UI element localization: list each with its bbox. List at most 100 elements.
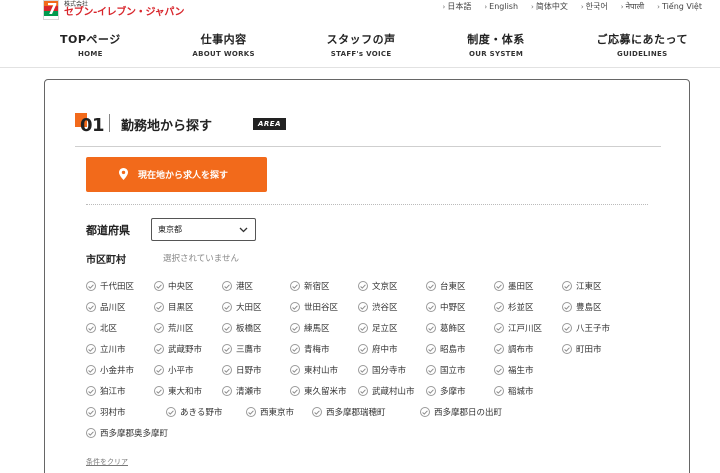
city-label: 市区町村	[86, 255, 126, 266]
ward-checkbox[interactable]: 練馬区	[290, 322, 330, 334]
ward-checkbox[interactable]: 葛飾区	[426, 322, 466, 334]
lang-ne[interactable]: › नेपाली	[621, 1, 644, 12]
nav-our-system[interactable]: 制度・体系 OUR SYSTEM	[467, 31, 525, 58]
ward-checkbox[interactable]: 八王子市	[562, 322, 610, 334]
ward-checkbox[interactable]: 目黒区	[154, 301, 194, 313]
check-circle-icon	[290, 302, 300, 312]
ward-checkbox[interactable]: 杉並区	[494, 301, 534, 313]
ward-checkbox[interactable]: 西多摩郡奥多摩町	[86, 427, 168, 439]
ward-checkbox[interactable]: 渋谷区	[358, 301, 398, 313]
ward-checkbox[interactable]: 世田谷区	[290, 301, 338, 313]
ward-checkbox[interactable]: 小平市	[154, 364, 194, 376]
ward-checkbox[interactable]: あきる野市	[166, 406, 222, 418]
section-heading: 01 勤務地から探す AREA	[75, 110, 661, 147]
ward-label: 狛江市	[100, 387, 126, 397]
ward-checkbox[interactable]: 大田区	[222, 301, 262, 313]
ward-label: 府中市	[372, 345, 398, 355]
ward-checkbox[interactable]: 小金井市	[86, 364, 134, 376]
ward-checkbox[interactable]: 日野市	[222, 364, 262, 376]
ward-checkbox[interactable]: 板橋区	[222, 322, 262, 334]
ward-checkbox[interactable]: 三鷹市	[222, 343, 262, 355]
prefecture-select[interactable]: 東京都	[151, 218, 256, 241]
ward-checkbox[interactable]: 港区	[222, 280, 253, 292]
check-circle-icon	[290, 281, 300, 291]
ward-label: 品川区	[100, 303, 126, 313]
ward-row: 品川区 目黒区 大田区 世田谷区 渋谷区 中野区 杉並区 豊島区	[86, 301, 646, 322]
ward-checkbox[interactable]: 羽村市	[86, 406, 126, 418]
ward-checkbox[interactable]: 千代田区	[86, 280, 134, 292]
ward-checkbox[interactable]: 国立市	[426, 364, 466, 376]
ward-checkbox[interactable]: 清瀬市	[222, 385, 262, 397]
nav-about-works[interactable]: 仕事内容 ABOUT WORKS	[192, 31, 254, 58]
nav-guidelines[interactable]: ご応募にあたって GUIDELINES	[597, 31, 688, 58]
lang-en[interactable]: › English	[484, 1, 518, 12]
nav-staff-voice[interactable]: スタッフの声 STAFF's VOICE	[327, 31, 396, 58]
check-circle-icon	[86, 428, 96, 438]
lang-ko[interactable]: › 한국어	[581, 1, 608, 12]
ward-checkbox[interactable]: 稲城市	[494, 385, 534, 397]
ward-checkbox[interactable]: 北区	[86, 322, 117, 334]
ward-checkbox[interactable]: 東久留米市	[290, 385, 347, 397]
ward-checkbox[interactable]: 中野区	[426, 301, 466, 313]
ward-label: 足立区	[372, 324, 398, 334]
ward-label: 墨田区	[508, 282, 534, 292]
ward-label: 昭島市	[440, 345, 466, 355]
ward-checkbox[interactable]: 武蔵野市	[154, 343, 202, 355]
city-selection-status: 選択されていません	[163, 254, 239, 264]
chevron-right-icon: ›	[442, 2, 446, 11]
ward-label: 八王子市	[576, 324, 611, 334]
ward-checkbox[interactable]: 調布市	[494, 343, 534, 355]
ward-checkbox[interactable]: 台東区	[426, 280, 466, 292]
check-circle-icon	[290, 386, 300, 396]
ward-row: 立川市 武蔵野市 三鷹市 青梅市 府中市 昭島市 調布市 町田市	[86, 343, 646, 364]
ward-checkbox[interactable]: 足立区	[358, 322, 398, 334]
ward-label: 東大和市	[168, 387, 203, 397]
ward-checkbox[interactable]: 江戸川区	[494, 322, 542, 334]
ward-checkbox[interactable]: 文京区	[358, 280, 398, 292]
chevron-right-icon: ›	[531, 2, 534, 11]
ward-checkbox[interactable]: 江東区	[562, 280, 602, 292]
ward-checkbox[interactable]: 墨田区	[494, 280, 534, 292]
clear-conditions-link[interactable]: 条件をクリア	[86, 457, 128, 467]
ward-checkbox[interactable]: 品川区	[86, 301, 126, 313]
divider	[86, 204, 648, 205]
search-by-location-button[interactable]: 現在地から求人を探す	[86, 157, 267, 192]
ward-checkbox[interactable]: 青梅市	[290, 343, 330, 355]
check-circle-icon	[222, 281, 232, 291]
ward-checkbox[interactable]: 町田市	[562, 343, 602, 355]
ward-checkbox[interactable]: 荒川区	[154, 322, 194, 334]
ward-checkbox[interactable]: 新宿区	[290, 280, 330, 292]
lang-zh[interactable]: › 简体中文	[531, 1, 568, 12]
check-circle-icon	[494, 281, 504, 291]
ward-label: 青梅市	[304, 345, 330, 355]
ward-checkbox[interactable]: 西東京市	[246, 406, 294, 418]
nav-home[interactable]: TOPページ HOME	[60, 31, 121, 58]
ward-checkbox[interactable]: 昭島市	[426, 343, 466, 355]
company-logo[interactable]: 7 株式会社 セブン-イレブン・ジャパン	[43, 0, 185, 20]
ward-checkbox[interactable]: 西多摩郡日の出町	[420, 406, 502, 418]
ward-checkbox[interactable]: 府中市	[358, 343, 398, 355]
ward-label: 清瀬市	[236, 387, 262, 397]
ward-checkbox[interactable]: 多摩市	[426, 385, 466, 397]
site-header: 7 株式会社 セブン-イレブン・ジャパン › 日本語 › English › 简体中文…	[0, 0, 720, 68]
check-circle-icon	[426, 323, 436, 333]
ward-checkbox[interactable]: 東大和市	[154, 385, 202, 397]
ward-checkbox[interactable]: 狛江市	[86, 385, 126, 397]
ward-checkbox[interactable]: 武蔵村山市	[358, 385, 415, 397]
check-circle-icon	[358, 344, 368, 354]
ward-checkbox[interactable]: 福生市	[494, 364, 534, 376]
ward-label: 三鷹市	[236, 345, 262, 355]
check-circle-icon	[494, 344, 504, 354]
ward-checkbox[interactable]: 豊島区	[562, 301, 602, 313]
ward-checkbox[interactable]: 西多摩郡瑞穂町	[312, 406, 386, 418]
ward-label: 北区	[100, 324, 118, 334]
ward-checkbox[interactable]: 東村山市	[290, 364, 338, 376]
check-circle-icon	[562, 281, 572, 291]
ward-checkbox[interactable]: 国分寺市	[358, 364, 406, 376]
ward-label: 港区	[236, 282, 254, 292]
check-circle-icon	[222, 302, 232, 312]
ward-checkbox[interactable]: 中央区	[154, 280, 194, 292]
lang-ja[interactable]: › 日本語	[443, 1, 472, 12]
lang-vi[interactable]: › Tiếng Việt	[657, 1, 702, 12]
ward-checkbox[interactable]: 立川市	[86, 343, 126, 355]
